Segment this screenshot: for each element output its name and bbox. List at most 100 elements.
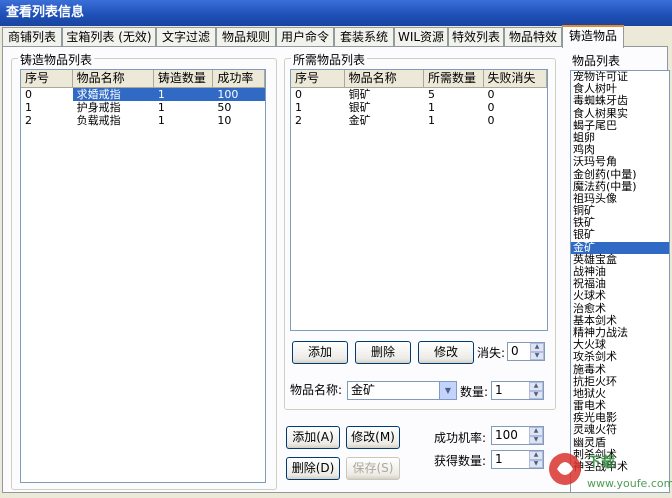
table-cell: 负载戒指	[76, 114, 121, 127]
watermark-site: www.youfe.com	[587, 477, 672, 490]
table-cell: 5	[427, 88, 435, 101]
list-item[interactable]: 火球术	[571, 290, 669, 302]
column-header[interactable]: 铸造数量	[153, 70, 214, 88]
forge-delete-button[interactable]: 删除(D)	[286, 457, 340, 480]
spin-down-icon[interactable]: ▼	[529, 390, 543, 399]
list-item[interactable]: 银矿	[571, 229, 669, 241]
watermark-text: 下载	[587, 454, 615, 471]
list-item[interactable]: 攻杀剑术	[571, 351, 669, 363]
forge-list-label: 铸造物品列表	[18, 51, 95, 68]
tab-3[interactable]: 文字过滤	[156, 27, 216, 46]
tab-strip: 商铺列表 宝箱列表 (无效) 文字过滤 物品规则 用户命令 套装系统 WIL资源 特效列表 物品…	[2, 25, 670, 48]
list-item[interactable]: 灵魂火符	[571, 424, 669, 436]
required-items-grid[interactable]: 序号 物品名称 所需数量 失败消失 0 铜矿 5 0 1 银矿 1 0 2 金矿 1 0	[290, 69, 548, 331]
required-add-button[interactable]: 添加	[292, 341, 348, 364]
column-header[interactable]: 物品名称	[72, 70, 154, 88]
table-row[interactable]: 2 负载戒指 1 10	[21, 114, 265, 127]
table-row[interactable]: 1 护身戒指 1 50	[21, 101, 265, 114]
list-item[interactable]: 施毒术	[571, 363, 669, 376]
item-listbox[interactable]: 宠物许可证 食人树叶 毒蜘蛛牙齿 食人树果实 蝎子尾巴 蛆卵 鸡肉 沃玛号角 金创药(中量) 魔法…	[570, 70, 670, 493]
column-header[interactable]: 成功率	[213, 70, 265, 88]
window-title: 查看列表信息	[0, 0, 672, 26]
qty-spinner[interactable]: 1 ▲ ▼	[491, 381, 544, 400]
table-cell: 0	[487, 88, 495, 101]
vanish-label: 消失:	[477, 346, 506, 360]
success-rate-value: 100	[495, 428, 518, 442]
tab-10[interactable]: 铸造物品	[562, 25, 624, 48]
column-header[interactable]: 失败消失	[483, 70, 547, 88]
spin-buttons[interactable]: ▲ ▼	[529, 427, 543, 444]
spin-up-icon[interactable]: ▲	[530, 343, 544, 352]
watermark-logo-icon: 下载 www.youfe.com	[549, 453, 672, 490]
table-cell: 0	[295, 88, 302, 101]
required-list-label: 所需物品列表	[291, 51, 368, 68]
required-modify-button[interactable]: 修改	[418, 341, 474, 364]
success-rate-spinner[interactable]: 100 ▲ ▼	[491, 426, 544, 445]
table-row[interactable]: 1 银矿 1 0	[291, 101, 547, 114]
site-watermark: 下载 www.youfe.com	[543, 443, 672, 495]
table-row[interactable]: 2 金矿 1 0	[291, 114, 547, 127]
table-cell: 2	[25, 114, 32, 127]
table-cell: 护身戒指	[76, 101, 121, 114]
column-header[interactable]: 物品名称	[344, 70, 424, 88]
column-header[interactable]: 所需数量	[423, 70, 484, 88]
spin-buttons[interactable]: ▲ ▼	[529, 451, 543, 468]
tab-2[interactable]: 宝箱列表 (无效)	[62, 27, 156, 46]
table-row[interactable]: 0 求婚戒指 1 100	[21, 88, 265, 101]
tab-5[interactable]: 用户命令	[276, 27, 334, 46]
success-rate-label: 成功机率:	[434, 431, 487, 445]
table-cell: 1	[427, 101, 435, 114]
tab-1[interactable]: 商铺列表	[2, 27, 62, 46]
spin-down-icon[interactable]: ▼	[529, 459, 543, 468]
grid-header: 序号 物品名称 所需数量 失败消失	[291, 70, 547, 88]
spin-down-icon[interactable]: ▼	[529, 435, 543, 444]
spin-up-icon[interactable]: ▲	[529, 451, 543, 460]
grid-header: 序号 物品名称 铸造数量 成功率	[21, 70, 265, 88]
table-row[interactable]: 0 铜矿 5 0	[291, 88, 547, 101]
table-cell: 1	[25, 101, 32, 114]
column-header[interactable]: 序号	[291, 70, 345, 88]
tab-7[interactable]: WIL资源	[394, 27, 448, 46]
vanish-spinner[interactable]: 0 ▲ ▼	[507, 342, 545, 361]
spin-up-icon[interactable]: ▲	[529, 382, 543, 391]
item-name-combo[interactable]: 金矿 ▼	[347, 381, 457, 400]
list-item[interactable]: 金创药(中量)	[571, 168, 669, 181]
required-delete-button[interactable]: 删除	[355, 341, 411, 364]
tab-9[interactable]: 物品特效	[504, 27, 562, 46]
column-header[interactable]: 序号	[21, 70, 73, 88]
forge-modify-button[interactable]: 修改(M)	[346, 426, 400, 449]
table-cell: 金矿	[348, 114, 371, 127]
tab-8[interactable]: 特效列表	[448, 27, 504, 46]
table-cell: 1	[427, 114, 435, 127]
spin-buttons[interactable]: ▲ ▼	[529, 382, 543, 399]
spin-buttons[interactable]: ▲ ▼	[530, 343, 544, 360]
table-cell: 0	[487, 101, 495, 114]
table-cell: 0	[25, 88, 32, 101]
forge-save-button[interactable]: 保存(S)	[346, 457, 400, 480]
list-item[interactable]: 金矿	[571, 241, 669, 254]
table-cell: 求婚戒指	[72, 88, 154, 101]
table-cell: 50	[217, 101, 232, 114]
list-item[interactable]: 毒蜘蛛牙齿	[571, 95, 669, 107]
table-cell: 0	[487, 114, 495, 127]
table-cell: 1	[295, 101, 302, 114]
spin-up-icon[interactable]: ▲	[529, 427, 543, 436]
forge-add-button[interactable]: 添加(A)	[286, 426, 340, 449]
obtain-qty-value: 1	[495, 452, 503, 466]
table-cell: 银矿	[348, 101, 371, 114]
vanish-value: 0	[511, 344, 519, 358]
table-cell: 100	[213, 88, 265, 101]
list-item[interactable]: 食人树果实	[571, 107, 669, 120]
tab-4[interactable]: 物品规则	[216, 27, 276, 46]
list-item[interactable]: 治愈术	[571, 302, 669, 315]
obtain-qty-label: 获得数量:	[434, 454, 487, 468]
spin-down-icon[interactable]: ▼	[530, 351, 544, 360]
tab-6[interactable]: 套装系统	[334, 27, 394, 46]
dropdown-arrow-icon[interactable]: ▼	[439, 382, 456, 399]
item-name-label: 物品名称:	[290, 383, 343, 397]
list-item[interactable]: 沃玛号角	[571, 156, 669, 168]
obtain-qty-spinner[interactable]: 1 ▲ ▼	[491, 450, 544, 469]
forge-items-grid[interactable]: 序号 物品名称 铸造数量 成功率 0 求婚戒指 1 100 1 护身戒指 1 50 2 负载戒指 1 10	[20, 69, 266, 483]
table-cell: 1	[153, 88, 214, 101]
table-cell: 1	[157, 101, 165, 114]
